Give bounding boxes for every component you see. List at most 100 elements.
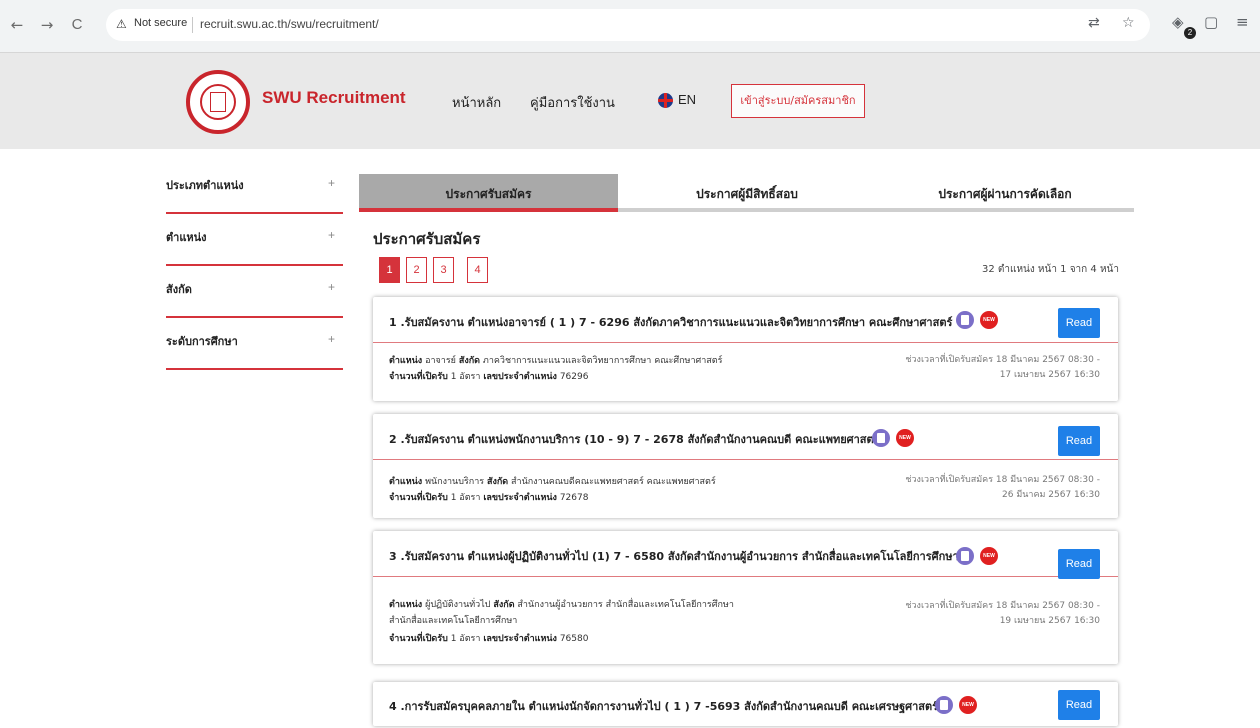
- security-status[interactable]: Not secure: [134, 17, 187, 29]
- read-button[interactable]: Read: [1058, 690, 1100, 720]
- nav-home[interactable]: หน้าหลัก: [452, 92, 501, 113]
- sidebar-item-label: ประเภทตำแหน่ง: [166, 179, 244, 192]
- read-button[interactable]: Read: [1058, 426, 1100, 456]
- application-period: ช่วงเวลาที่เปิดรับสมัคร 18 มีนาคม 2567 0…: [905, 353, 1100, 383]
- job-title[interactable]: 4 .การรับสมัครบุคคลภายใน ตำแหน่งนักจัดกา…: [389, 697, 938, 715]
- job-detail-line: จำนวนที่เปิดรับ 1 อัตรา เลขประจำตำแหน่ง …: [389, 369, 588, 383]
- page-1-button[interactable]: 1: [379, 257, 400, 283]
- affiliation-value-cont: สำนักสื่อและเทคโนโลยีการศึกษา: [389, 616, 518, 626]
- url-text[interactable]: recruit.swu.ac.th/swu/recruitment/: [200, 17, 379, 31]
- position-value: ผู้ปฏิบัติงานทั่วไป: [425, 600, 491, 610]
- expand-icon[interactable]: +: [328, 332, 335, 346]
- reload-icon[interactable]: C: [66, 14, 88, 36]
- period-label: ช่วงเวลาที่เปิดรับสมัคร: [905, 601, 994, 611]
- logo-seal: [200, 84, 236, 120]
- rate-label: อัตรา: [459, 493, 481, 503]
- page-4-button[interactable]: 4: [467, 257, 488, 283]
- affiliation-label: สังกัด: [486, 477, 509, 487]
- bookmark-star-icon[interactable]: ☆: [1122, 15, 1135, 31]
- read-button[interactable]: Read: [1058, 308, 1100, 338]
- forward-icon[interactable]: →: [36, 14, 58, 36]
- document-icon[interactable]: [935, 696, 953, 714]
- rate-label: อัตรา: [459, 634, 481, 644]
- job-card-header: 1 .รับสมัครงาน ตำแหน่งอาจารย์ ( 1 ) 7 - …: [373, 297, 1118, 343]
- browser-toolbar: ← → C ⚠ Not secure recruit.swu.ac.th/swu…: [0, 0, 1260, 53]
- brand-title[interactable]: SWU Recruitment: [262, 88, 406, 108]
- application-period: ช่วงเวลาที่เปิดรับสมัคร 18 มีนาคม 2567 0…: [905, 599, 1100, 629]
- back-icon[interactable]: ←: [6, 14, 28, 36]
- login-register-button[interactable]: เข้าสู่ระบบ/สมัครสมาชิก: [731, 84, 865, 118]
- position-no-value: 72678: [559, 493, 589, 503]
- job-card-header: 2 .รับสมัครงาน ตำแหน่งพนักงานบริการ (10 …: [373, 414, 1118, 460]
- job-title[interactable]: 1 .รับสมัครงาน ตำแหน่งอาจารย์ ( 1 ) 7 - …: [389, 313, 952, 331]
- job-card: 1 .รับสมัครงาน ตำแหน่งอาจารย์ ( 1 ) 7 - …: [373, 297, 1118, 401]
- expand-icon[interactable]: +: [328, 280, 335, 294]
- count-label: จำนวนที่เปิดรับ: [389, 634, 448, 644]
- sidebar-item-education-level[interactable]: ระดับการศึกษา +: [166, 318, 343, 370]
- job-card-header: 3 .รับสมัครงาน ตำแหน่งผู้ปฏิบัติงานทั่วไ…: [373, 531, 1118, 579]
- period-end: 19 เมษายน 2567 16:30: [999, 616, 1100, 626]
- count-label: จำนวนที่เปิดรับ: [389, 493, 448, 503]
- count-value: 1: [450, 634, 457, 644]
- position-value: อาจารย์: [425, 356, 456, 366]
- swu-logo[interactable]: [186, 70, 250, 134]
- result-count: 32 ตำแหน่ง หน้า 1 จาก 4 หน้า: [981, 264, 1119, 275]
- position-label: ตำแหน่ง: [389, 600, 423, 610]
- extensions-puzzle-icon[interactable]: ▢: [1204, 13, 1218, 31]
- count-value: 1: [450, 493, 457, 503]
- tab-announcements[interactable]: ประกาศรับสมัคร: [359, 174, 618, 212]
- reading-list-icon[interactable]: ≡: [1236, 13, 1249, 31]
- affiliation-value: สำนักงานผู้อำนวยการ สำนักสื่อและเทคโนโลย…: [517, 600, 734, 610]
- nav-manual[interactable]: คู่มือการใช้งาน: [530, 92, 615, 113]
- application-period: ช่วงเวลาที่เปิดรับสมัคร 18 มีนาคม 2567 0…: [905, 473, 1100, 503]
- translate-icon[interactable]: ⇄: [1088, 15, 1100, 31]
- job-detail-line: ตำแหน่ง พนักงานบริการ สังกัด สำนักงานคณบ…: [389, 474, 716, 488]
- language-switch[interactable]: EN: [678, 92, 696, 107]
- extension-badge: 2: [1184, 27, 1196, 39]
- new-badge-icon: NEW: [980, 547, 998, 565]
- sidebar-item-position-type[interactable]: ประเภทตำแหน่ง +: [166, 162, 343, 214]
- expand-icon[interactable]: +: [328, 176, 335, 190]
- position-no-value: 76296: [559, 372, 589, 382]
- position-label: ตำแหน่ง: [389, 356, 423, 366]
- expand-icon[interactable]: +: [328, 228, 335, 242]
- job-detail-line: ตำแหน่ง อาจารย์ สังกัด ภาควิชาการแนะแนวแ…: [389, 353, 722, 367]
- new-badge-icon: NEW: [959, 696, 977, 714]
- page-3-button[interactable]: 3: [433, 257, 454, 283]
- job-title[interactable]: 3 .รับสมัครงาน ตำแหน่งผู้ปฏิบัติงานทั่วไ…: [389, 547, 959, 565]
- tab-selected-candidates[interactable]: ประกาศผู้ผ่านการคัดเลือก: [876, 174, 1134, 212]
- divider: [192, 17, 193, 33]
- warning-icon[interactable]: ⚠: [116, 17, 127, 31]
- uk-flag-icon[interactable]: [658, 93, 673, 108]
- job-detail-line: จำนวนที่เปิดรับ 1 อัตรา เลขประจำตำแหน่ง …: [389, 490, 588, 504]
- extension-icon[interactable]: ◈: [1172, 13, 1184, 31]
- sidebar-item-affiliation[interactable]: สังกัด +: [166, 266, 343, 318]
- job-detail-line: จำนวนที่เปิดรับ 1 อัตรา เลขประจำตำแหน่ง …: [389, 631, 588, 645]
- position-value: พนักงานบริการ: [425, 477, 485, 487]
- page-2-button[interactable]: 2: [406, 257, 427, 283]
- count-label: จำนวนที่เปิดรับ: [389, 372, 448, 382]
- sidebar-item-position[interactable]: ตำแหน่ง +: [166, 214, 343, 266]
- period-start: 18 มีนาคม 2567 08:30 -: [995, 475, 1100, 485]
- position-no-label: เลขประจำตำแหน่ง: [483, 493, 557, 503]
- address-bar[interactable]: ⚠ Not secure recruit.swu.ac.th/swu/recru…: [106, 9, 1150, 41]
- document-icon[interactable]: [956, 547, 974, 565]
- tab-eligible-candidates[interactable]: ประกาศผู้มีสิทธิ์สอบ: [618, 174, 876, 212]
- rate-label: อัตรา: [459, 372, 481, 382]
- document-icon[interactable]: [956, 311, 974, 329]
- position-no-value: 76580: [559, 634, 589, 644]
- affiliation-label: สังกัด: [493, 600, 515, 610]
- job-detail-line: สำนักสื่อและเทคโนโลยีการศึกษา: [389, 613, 517, 627]
- read-button[interactable]: Read: [1058, 549, 1100, 579]
- sidebar-item-label: ตำแหน่ง: [166, 231, 207, 244]
- affiliation-value: ภาควิชาการแนะแนวและจิตวิทยาการศึกษา คณะศ…: [482, 356, 723, 366]
- logo-emblem-icon: [210, 92, 226, 112]
- job-title[interactable]: 2 .รับสมัครงาน ตำแหน่งพนักงานบริการ (10 …: [389, 430, 880, 448]
- document-icon[interactable]: [872, 429, 890, 447]
- sidebar-item-label: สังกัด: [166, 283, 192, 296]
- period-start: 18 มีนาคม 2567 08:30 -: [995, 601, 1100, 611]
- sidebar-item-label: ระดับการศึกษา: [166, 335, 238, 348]
- new-badge-icon: NEW: [980, 311, 998, 329]
- affiliation-value: สำนักงานคณบดีคณะแพทยศาสตร์ คณะแพทยศาสตร์: [511, 477, 716, 487]
- period-start: 18 มีนาคม 2567 08:30 -: [995, 355, 1100, 365]
